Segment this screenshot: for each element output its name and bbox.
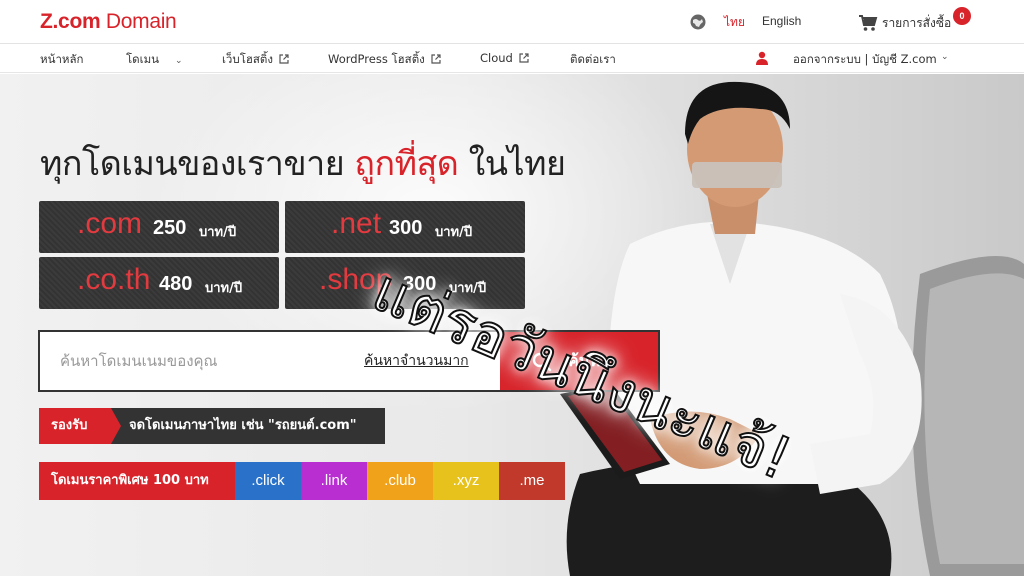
nav-item-label: เว็บโฮสติ้ง	[222, 52, 273, 66]
domain-search-input[interactable]	[60, 348, 350, 374]
headline-text: ทุกโดเมนของเราขาย	[40, 144, 355, 184]
special-tld-club[interactable]: .club	[367, 462, 433, 500]
top-bar: Z.com Domain ไทย English รายการสั่งซื้อ …	[0, 0, 1024, 44]
nav-item-web-hosting[interactable]: เว็บโฮสติ้ง	[222, 51, 289, 69]
nav-item-label: WordPress โฮสติ้ง	[328, 52, 425, 66]
price-unit: บาท/ปี	[435, 225, 473, 240]
site-logo[interactable]: Z.com Domain	[40, 10, 177, 34]
hero-banner: ทุกโดเมนของเราขาย ถูกที่สุด ในไทย .com 2…	[0, 74, 1024, 576]
price-tld: .net	[331, 207, 382, 240]
price-tld: .com	[77, 207, 143, 240]
thai-domain-support-banner: จดโดเมนภาษาไทย เช่น "รถยนต์.com" รองรับ	[39, 408, 385, 444]
nav-item-home[interactable]: หน้าหลัก	[40, 51, 84, 69]
nav-item-label: ติดต่อเรา	[570, 52, 616, 66]
special-tld-xyz[interactable]: .xyz	[433, 462, 499, 500]
price-tile-net[interactable]: .net 300 บาท/ปี	[285, 201, 525, 253]
external-link-icon	[431, 54, 441, 64]
main-nav: หน้าหลัก โดเมน ⌄ เว็บโฮสติ้ง WordPress โฮ…	[0, 45, 1024, 73]
special-tld-link[interactable]: .link	[301, 462, 367, 500]
hero-headline: ทุกโดเมนของเราขาย ถูกที่สุด ในไทย	[40, 136, 566, 190]
nav-item-wordpress-hosting[interactable]: WordPress โฮสติ้ง	[328, 51, 441, 69]
special-tld-me[interactable]: .me	[499, 462, 565, 500]
price-tld: .co.th	[77, 263, 151, 296]
price-unit: บาท/ปี	[205, 281, 243, 296]
headline-text: ในไทย	[458, 144, 566, 184]
special-tld-click[interactable]: .click	[235, 462, 301, 500]
language-thai-link[interactable]: ไทย	[724, 13, 745, 32]
shopping-cart-icon	[859, 15, 878, 31]
chevron-down-icon: ⌄	[941, 52, 949, 62]
nav-item-label: โดเมน	[126, 52, 160, 66]
price-tile-com[interactable]: .com 250 บาท/ปี	[39, 201, 279, 253]
user-icon	[756, 51, 768, 65]
price-tile-co-th[interactable]: .co.th 480 บาท/ปี	[39, 257, 279, 309]
chevron-down-icon: ⌄	[175, 56, 183, 66]
headline-highlight: ถูกที่สุด	[354, 144, 459, 184]
logo-domain: Domain	[100, 10, 177, 33]
cart-count-badge: 0	[953, 7, 971, 25]
price-amount: 480	[159, 273, 193, 295]
account-label: ออกจากระบบ | บัญชี Z.com	[793, 52, 937, 66]
support-tag-arrow	[111, 408, 121, 444]
support-tag: รองรับ	[39, 408, 111, 444]
cart-button[interactable]: รายการสั่งซื้อ 0	[858, 7, 978, 33]
nav-item-domain[interactable]: โดเมน ⌄	[126, 51, 183, 69]
cart-label: รายการสั่งซื้อ	[882, 16, 952, 30]
support-message: จดโดเมนภาษาไทย เช่น "รถยนต์.com"	[111, 408, 385, 444]
external-link-icon	[279, 54, 289, 64]
globe-icon	[690, 14, 706, 30]
special-price-label: โดเมนราคาพิเศษ 100 บาท	[39, 462, 235, 500]
price-amount: 300	[389, 217, 423, 239]
nav-item-cloud[interactable]: Cloud	[480, 51, 529, 65]
external-link-icon	[519, 53, 529, 63]
logo-brand: Z.com	[40, 10, 101, 33]
special-price-banner: โดเมนราคาพิเศษ 100 บาท .click .link .clu…	[39, 462, 565, 500]
price-unit: บาท/ปี	[199, 225, 237, 240]
nav-item-contact[interactable]: ติดต่อเรา	[570, 51, 616, 69]
nav-item-label: หน้าหลัก	[40, 52, 84, 66]
language-english-link[interactable]: English	[762, 14, 801, 28]
nav-item-label: Cloud	[480, 51, 513, 65]
price-amount: 250	[153, 217, 187, 239]
